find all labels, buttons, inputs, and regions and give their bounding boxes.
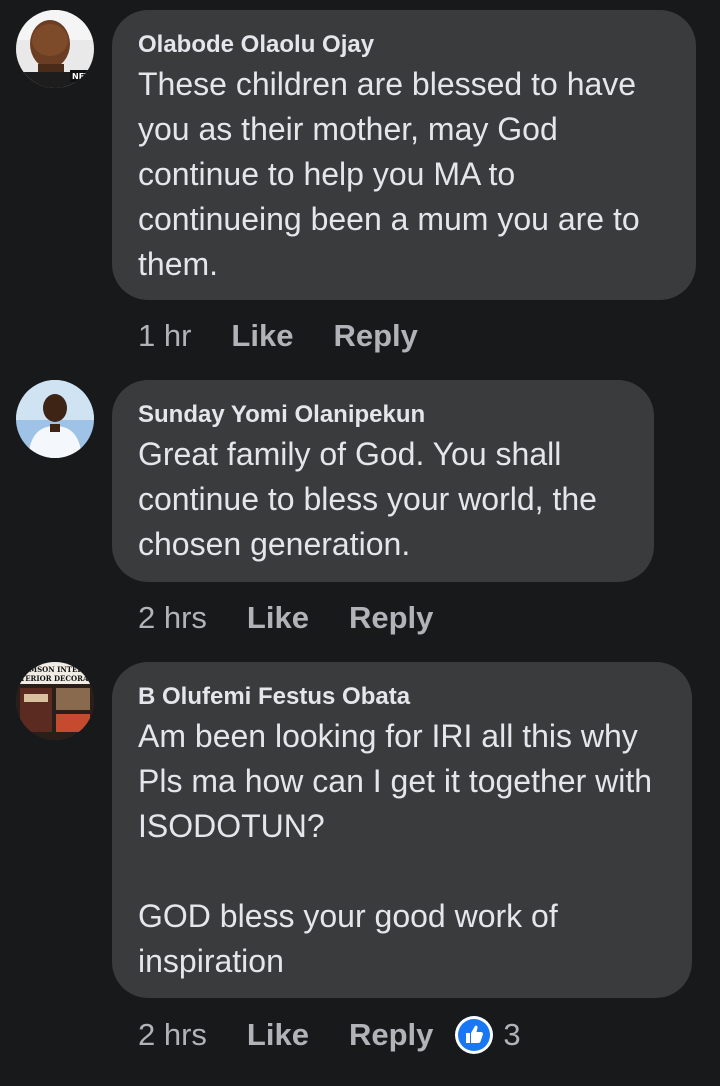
reply-button[interactable]: Reply (349, 600, 433, 636)
thumbs-up-icon (458, 1019, 491, 1051)
avatar-caption: EMSON INTER (24, 665, 83, 674)
avatar-photo (16, 380, 94, 458)
avatar-badge-text: NEVS (72, 72, 94, 81)
avatar[interactable]: NEVS (16, 10, 94, 88)
comment-timestamp[interactable]: 2 hrs (138, 600, 207, 636)
comment-actions: 1 hr Like Reply (138, 316, 458, 356)
comment-text: Am been looking for IRI all this why Pls… (138, 718, 653, 979)
comment-bubble: Olabode Olaolu Ojay These children are b… (112, 10, 696, 300)
like-button[interactable]: Like (247, 600, 309, 636)
reply-button[interactable]: Reply (333, 318, 417, 354)
avatar[interactable] (16, 380, 94, 458)
comment-actions: 2 hrs Like Reply 3 (138, 1015, 521, 1055)
comment-author[interactable]: B Olufemi Festus Obata (138, 682, 666, 712)
reaction-badge (455, 1016, 494, 1054)
avatar-photo: NEVS (16, 10, 94, 88)
like-button[interactable]: Like (231, 318, 293, 354)
reaction-count: 3 (503, 1017, 521, 1052)
comment-author[interactable]: Olabode Olaolu Ojay (138, 30, 670, 60)
comment-timestamp[interactable]: 2 hrs (138, 1017, 207, 1053)
comment-author[interactable]: Sunday Yomi Olanipekun (138, 400, 628, 430)
like-button[interactable]: Like (247, 1017, 309, 1053)
comment-text: Great family of God. You shall continue … (138, 436, 597, 562)
comment-bubble: Sunday Yomi Olanipekun Great family of G… (112, 380, 654, 582)
avatar-photo: EMSON INTER TERIOR DECORATI (16, 662, 94, 740)
comment-actions: 2 hrs Like Reply (138, 598, 473, 638)
reaction-summary[interactable]: 3 (455, 1016, 521, 1054)
reply-button[interactable]: Reply (349, 1017, 433, 1053)
comment-text: These children are blessed to have you a… (138, 66, 640, 282)
avatar-caption: TERIOR DECORATI (20, 674, 94, 683)
comment-timestamp[interactable]: 1 hr (138, 318, 191, 354)
comment-bubble: B Olufemi Festus Obata Am been looking f… (112, 662, 692, 998)
avatar[interactable]: EMSON INTER TERIOR DECORATI (16, 662, 94, 740)
